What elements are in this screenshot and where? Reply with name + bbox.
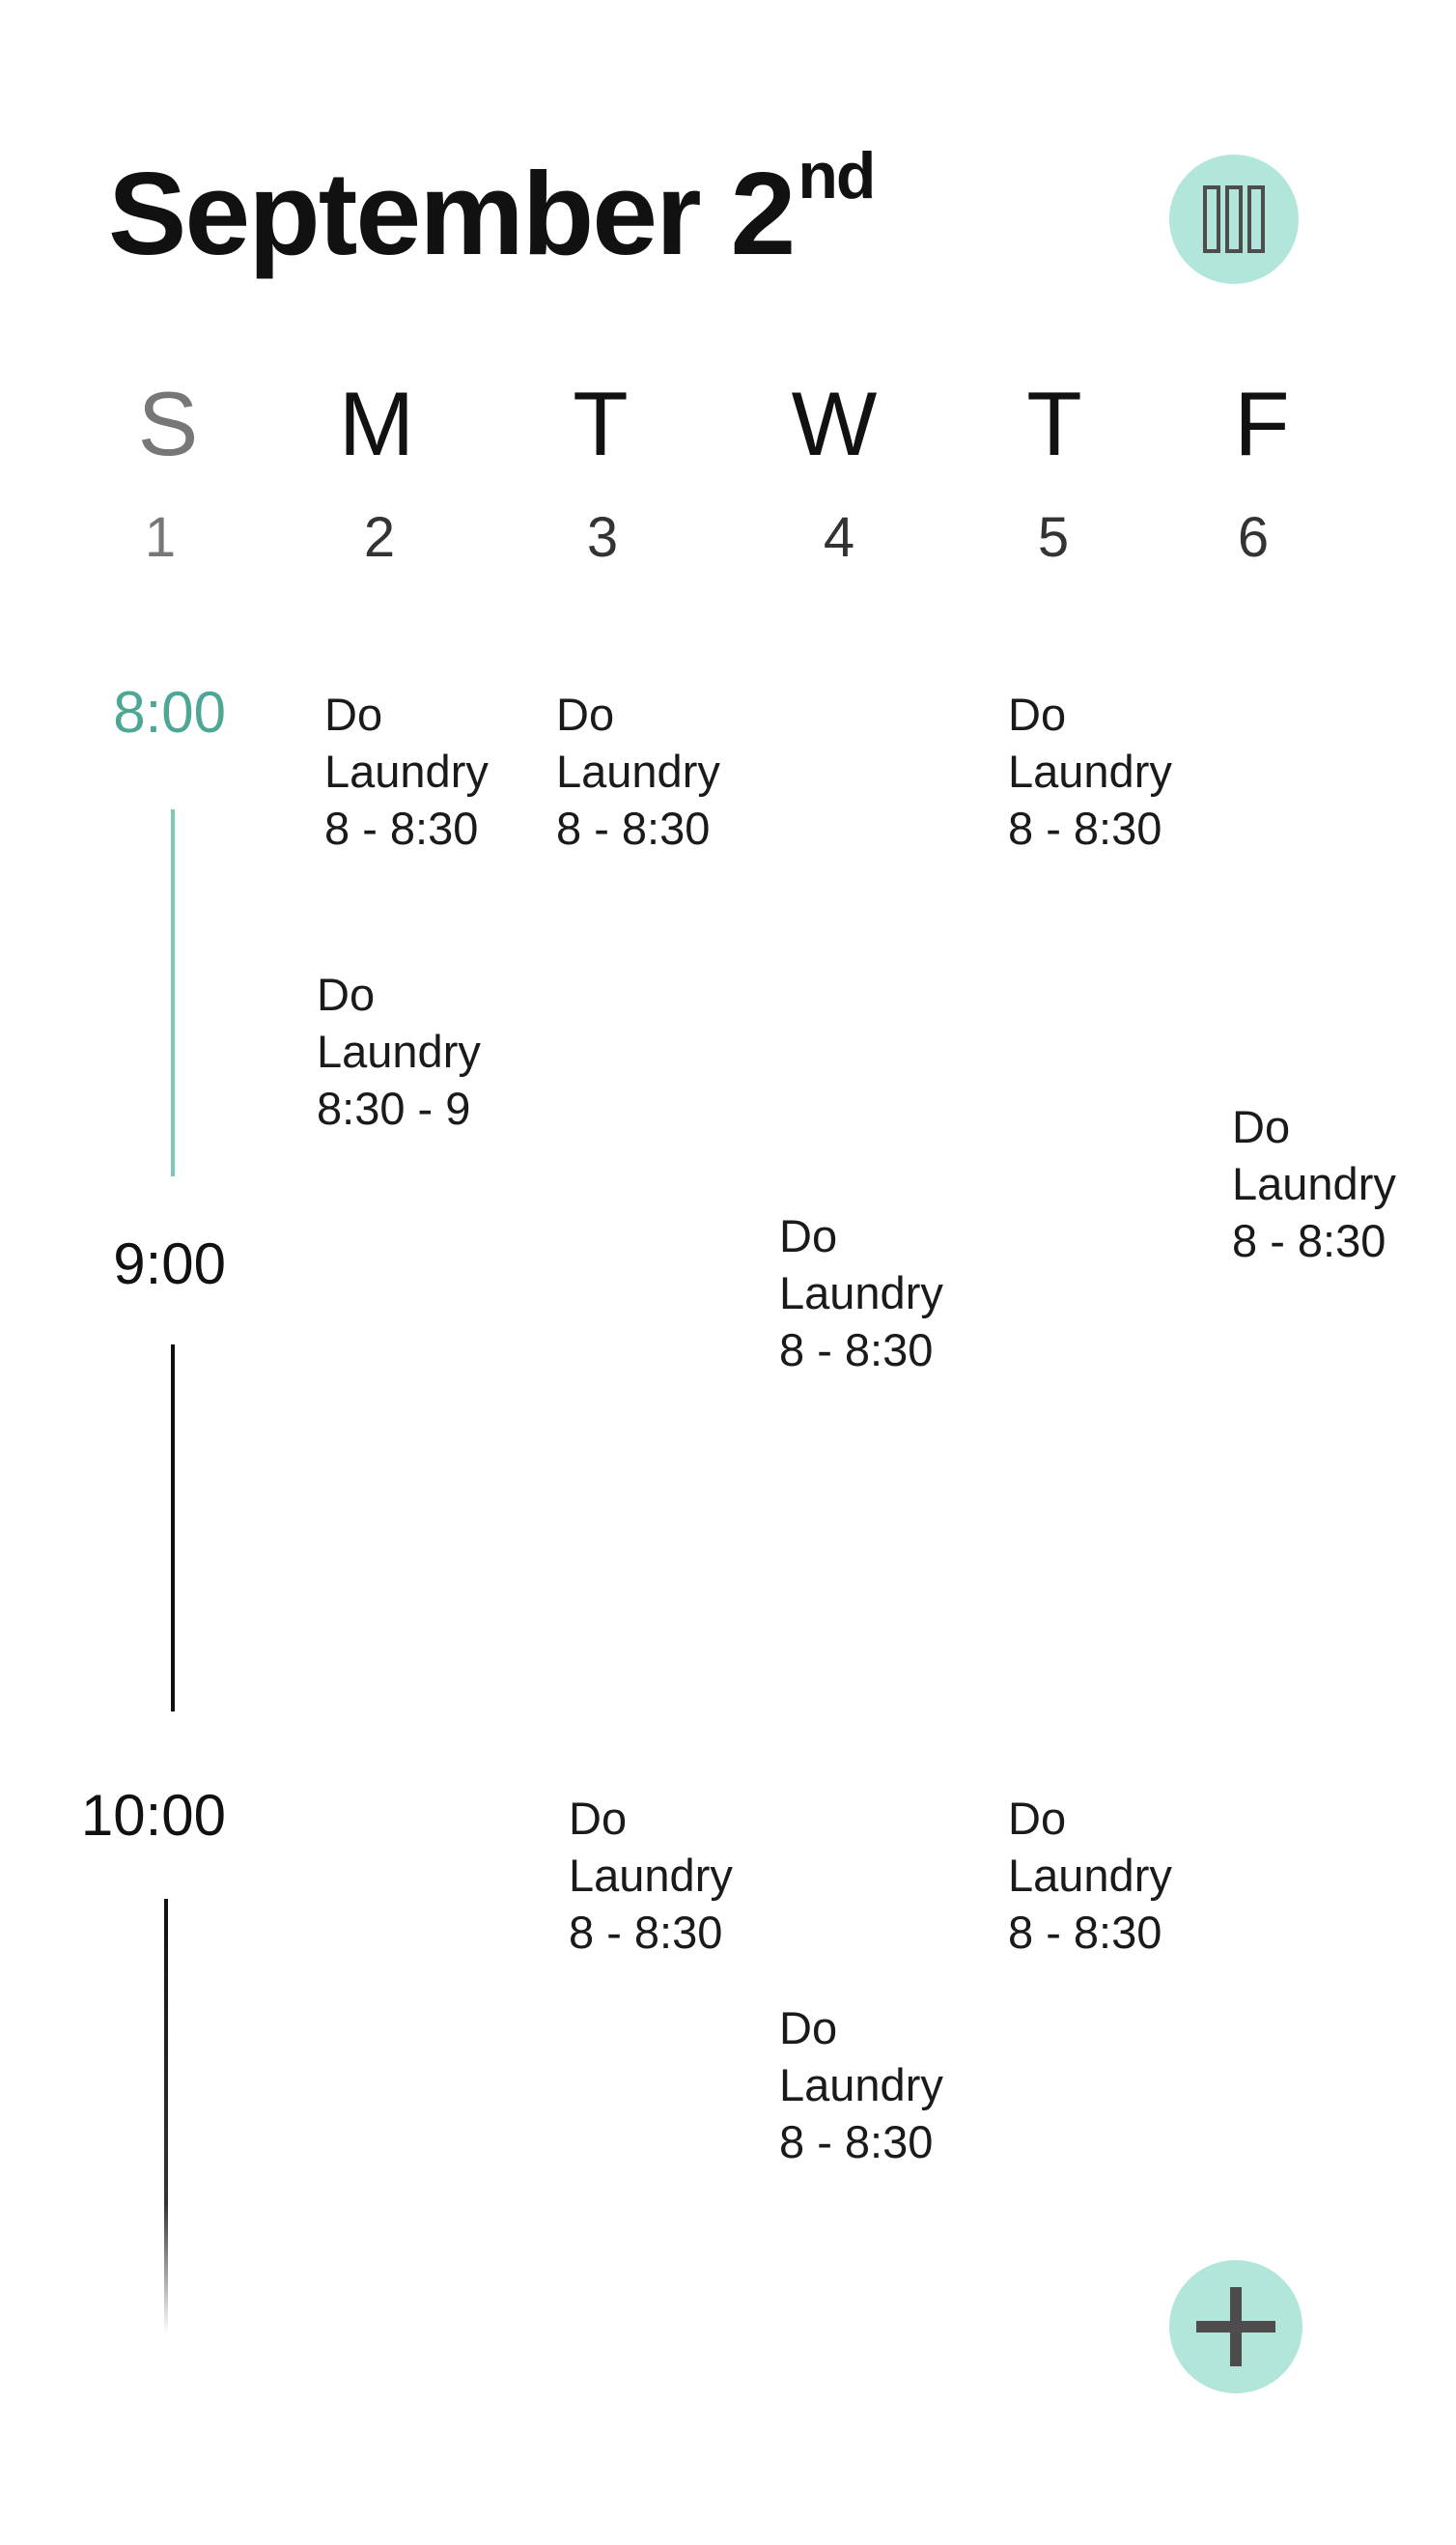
hour-line-9 xyxy=(171,1344,175,1711)
event-title: Do xyxy=(324,689,383,740)
page-title: September 2nd xyxy=(108,143,876,272)
hour-line-10 xyxy=(164,1899,168,2333)
time-label-8: 8:00 xyxy=(113,680,226,745)
time-label-9: 9:00 xyxy=(113,1231,226,1296)
event-card[interactable]: Do Laundry 8 - 8:30 xyxy=(556,686,720,857)
event-title: Do xyxy=(1232,1101,1291,1152)
event-title-line2: Laundry xyxy=(556,746,720,797)
event-time: 8 - 8:30 xyxy=(1232,1215,1386,1266)
day-number-5[interactable]: 5 xyxy=(1038,510,1069,566)
add-event-button[interactable] xyxy=(1169,2260,1302,2393)
columns-icon xyxy=(1203,185,1265,253)
event-title-line2: Laundry xyxy=(1232,1158,1396,1209)
event-title-line2: Laundry xyxy=(779,1267,943,1318)
day-letter-wednesday[interactable]: W xyxy=(792,379,878,469)
view-toggle-button[interactable] xyxy=(1169,155,1299,284)
event-title: Do xyxy=(1008,689,1067,740)
event-title: Do xyxy=(569,1793,628,1844)
event-title-line2: Laundry xyxy=(317,1026,481,1077)
day-letter-thursday[interactable]: T xyxy=(1026,379,1081,469)
event-card[interactable]: Do Laundry 8 - 8:30 xyxy=(1232,1098,1396,1269)
day-number-4[interactable]: 4 xyxy=(824,510,854,566)
event-title: Do xyxy=(779,2002,838,2053)
event-title-line2: Laundry xyxy=(779,2059,943,2110)
day-number-2[interactable]: 2 xyxy=(364,510,395,566)
event-card[interactable]: Do Laundry 8:30 - 9 xyxy=(317,966,481,1137)
event-title-line2: Laundry xyxy=(1008,746,1172,797)
event-title: Do xyxy=(556,689,615,740)
event-time: 8 - 8:30 xyxy=(569,1907,723,1958)
day-letter-monday[interactable]: M xyxy=(339,379,414,469)
page-title-date: September 2 xyxy=(108,148,796,279)
event-title-line2: Laundry xyxy=(1008,1850,1172,1901)
event-card[interactable]: Do Laundry 8 - 8:30 xyxy=(779,1207,943,1378)
event-card[interactable]: Do Laundry 8 - 8:30 xyxy=(1008,686,1172,857)
plus-icon xyxy=(1196,2287,1275,2366)
event-time: 8 - 8:30 xyxy=(779,2116,934,2167)
event-title: Do xyxy=(1008,1793,1067,1844)
event-title-line2: Laundry xyxy=(324,746,489,797)
event-card[interactable]: Do Laundry 8 - 8:30 xyxy=(324,686,489,857)
event-time: 8 - 8:30 xyxy=(556,803,711,854)
day-number-1[interactable]: 1 xyxy=(145,510,176,566)
day-letter-friday[interactable]: F xyxy=(1234,379,1289,469)
event-card[interactable]: Do Laundry 8 - 8:30 xyxy=(1008,1790,1172,1961)
event-time: 8 - 8:30 xyxy=(1008,803,1162,854)
time-label-10: 10:00 xyxy=(80,1783,226,1848)
day-letter-tuesday[interactable]: T xyxy=(573,379,628,469)
event-title: Do xyxy=(317,969,376,1020)
event-title: Do xyxy=(779,1210,838,1261)
event-title-line2: Laundry xyxy=(569,1850,733,1901)
day-letter-sunday[interactable]: S xyxy=(138,379,199,469)
day-number-3[interactable]: 3 xyxy=(587,510,618,566)
day-number-6[interactable]: 6 xyxy=(1238,510,1269,566)
event-time: 8 - 8:30 xyxy=(779,1324,934,1375)
ordinal-suffix: nd xyxy=(798,139,876,212)
event-time: 8 - 8:30 xyxy=(1008,1907,1162,1958)
event-time: 8 - 8:30 xyxy=(324,803,479,854)
event-card[interactable]: Do Laundry 8 - 8:30 xyxy=(569,1790,733,1961)
event-time: 8:30 - 9 xyxy=(317,1083,471,1134)
event-card[interactable]: Do Laundry 8 - 8:30 xyxy=(779,1999,943,2170)
hour-line-8 xyxy=(171,809,175,1176)
